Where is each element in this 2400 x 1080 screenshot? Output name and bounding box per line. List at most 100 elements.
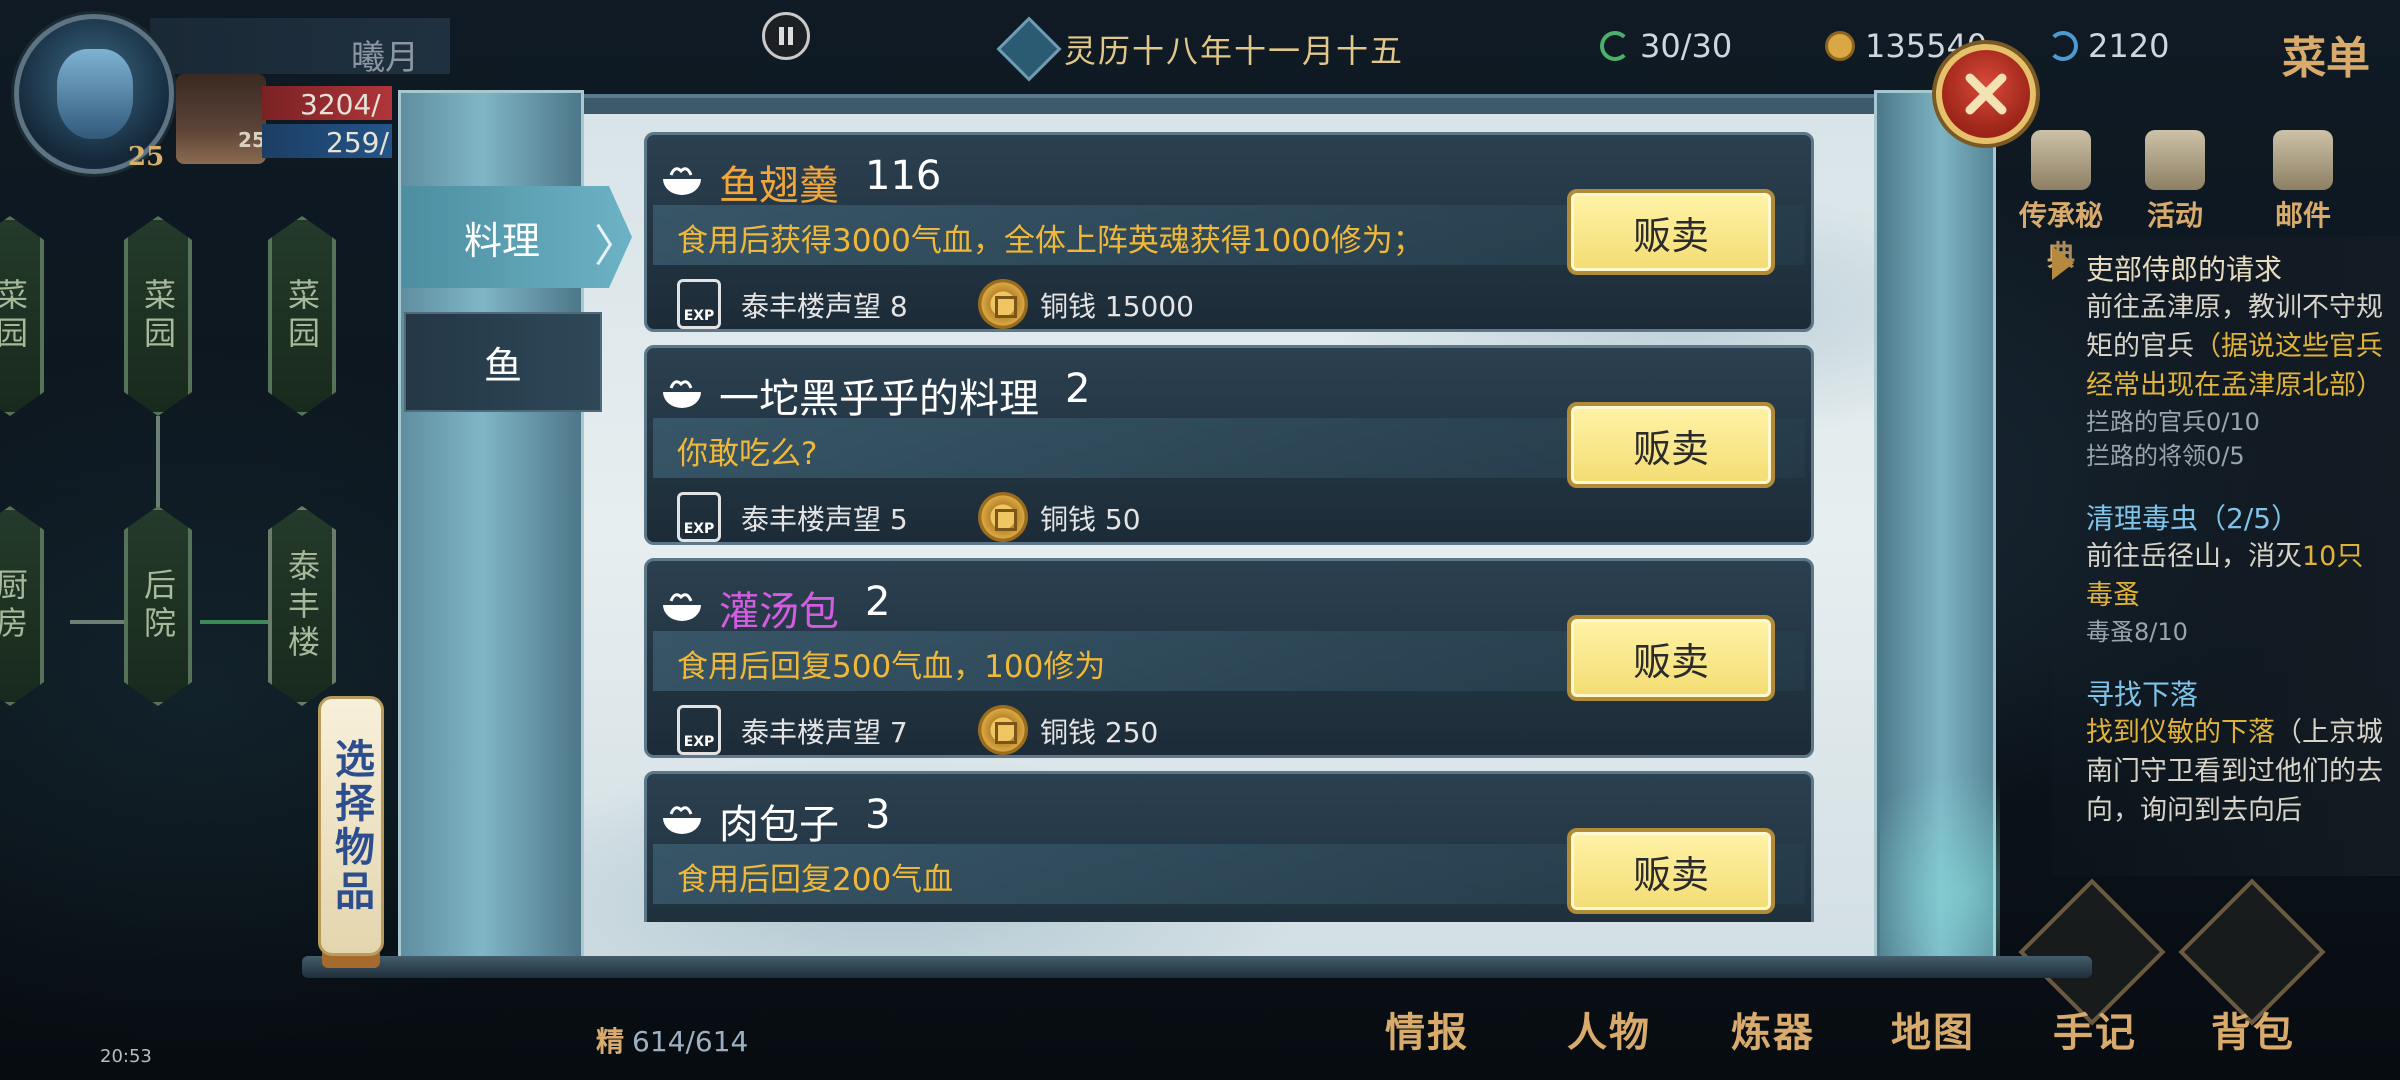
journal-button[interactable]: 手记 (2030, 1000, 2160, 1058)
book-icon (2031, 130, 2091, 190)
quest-progress: 毒蚤8/10 (2086, 618, 2188, 646)
shop-item-row: 灌汤包 2 食用后回复500气血，100修为 EXP 泰丰楼声望 7 铜钱 250 贩卖 (644, 558, 1814, 758)
stamina-icon (1600, 31, 1630, 61)
calendar-icon (996, 16, 1062, 82)
item-description: 食用后获得3000气血，全体上阵英魂获得1000修为； (677, 223, 1424, 259)
map-path (70, 620, 126, 624)
bowl-icon (663, 593, 701, 621)
shop-item-row: 肉包子 3 食用后回复200气血 贩卖 (644, 771, 1814, 922)
item-quantity: 2 (1065, 366, 1091, 412)
map-node-garden[interactable]: 菜园 (124, 216, 192, 416)
mp-value: 259/ (326, 126, 389, 159)
spirit-label: 精 (596, 1025, 625, 1058)
close-icon (1965, 73, 2007, 115)
sell-button[interactable]: 贩卖 (1567, 189, 1775, 275)
stamina-value: 30/30 (1640, 27, 1733, 65)
calendar-date: 灵历十八年十一月十五 (996, 16, 1405, 82)
gem-value: 2120 (2088, 27, 2170, 65)
reputation-exp-icon: EXP (677, 705, 721, 755)
tab-fish[interactable]: 鱼 (404, 312, 602, 412)
sell-button[interactable]: 贩卖 (1567, 402, 1775, 488)
item-quantity: 116 (865, 153, 942, 199)
bowl-icon (663, 380, 701, 408)
bowl-icon (663, 806, 701, 834)
item-price: 铜钱 15000 (1040, 290, 1194, 323)
sell-button[interactable]: 贩卖 (1567, 615, 1775, 701)
item-price: 铜钱 50 (1040, 503, 1141, 536)
activity-label: 活动 (2146, 199, 2203, 232)
bowl-icon (663, 167, 701, 195)
shop-item-row: 一坨黑乎乎的料理 2 你敢吃么? EXP 泰丰楼声望 5 铜钱 50 贩卖 (644, 345, 1814, 545)
item-name: 鱼翅羹 (719, 163, 839, 209)
select-item-button[interactable]: 选择物品 (318, 696, 384, 956)
item-quantity: 2 (865, 579, 891, 625)
gift-icon (2145, 130, 2205, 190)
forge-button[interactable]: 炼器 (1708, 1000, 1838, 1058)
quest-title[interactable]: 清理毒虫（2/5） (2086, 497, 2386, 537)
copper-coin-icon (978, 279, 1028, 329)
stamina-counter: 30/30 (1600, 24, 1732, 68)
item-list[interactable]: 鱼翅羹 116 食用后获得3000气血，全体上阵英魂获得1000修为； EXP 泰丰楼声… (644, 132, 1814, 922)
quest-progress: 拦路的将领0/5 (2086, 442, 2245, 470)
sell-button[interactable]: 贩卖 (1567, 828, 1775, 914)
item-reputation: 泰丰楼声望 8 (741, 290, 908, 323)
quest-description: 前往岳径山，消灭10只毒蚤 (2086, 537, 2386, 615)
item-quantity: 3 (865, 792, 891, 838)
reputation-exp-icon: EXP (677, 279, 721, 329)
quest-panel[interactable]: 吏部侍郎的请求 前往孟津原，教训不守规矩的官兵（据说这些官兵经常出现在孟津原北部… (2052, 236, 2400, 876)
item-description: 食用后回复200气血 (677, 862, 954, 898)
map-button[interactable]: 地图 (1868, 1000, 1998, 1058)
pause-button[interactable] (762, 12, 810, 60)
gem-icon (2048, 31, 2078, 61)
scroll-mail-icon (2273, 130, 2333, 190)
quest-body-text: 前往岳径山，消灭 (2086, 541, 2302, 572)
item-description: 食用后回复500气血，100修为 (677, 649, 1106, 685)
quest-description: 前往孟津原，教训不守规矩的官兵（据说这些官兵经常出现在孟津原北部） (2086, 288, 2386, 405)
tab-cooking[interactable]: 料理 〉 (402, 186, 632, 288)
tab-cooking-label: 料理 (464, 218, 541, 263)
gem-counter: 2120 (2048, 24, 2169, 68)
item-name: 一坨黑乎乎的料理 (719, 376, 1039, 422)
item-reputation: 泰丰楼声望 7 (741, 716, 908, 749)
item-price: 铜钱 250 (1040, 716, 1159, 749)
hp-value: 3204/ (300, 88, 381, 121)
quest-title[interactable]: 寻找下落 (2086, 673, 2386, 713)
spirit-counter: 精 614/614 (596, 1020, 748, 1060)
intel-button[interactable]: 情报 (1362, 1000, 1492, 1058)
modal-bottom-edge (302, 956, 2092, 978)
status-bar-time: 20:53 (100, 1046, 152, 1067)
quest-progress: 拦路的官兵0/10 (2086, 408, 2260, 436)
copper-coin-icon (978, 705, 1028, 755)
map-node-backyard[interactable]: 后院 (124, 506, 192, 706)
item-name: 肉包子 (719, 802, 839, 848)
map-path (156, 416, 160, 508)
quest-body-hint: 找到仪敏的下落 (2086, 717, 2275, 748)
map-node-kitchen[interactable]: 厨房 (0, 506, 44, 706)
player-level: 25 (128, 142, 165, 172)
spirit-value: 614/614 (632, 1025, 749, 1058)
player-name: 曦月 (351, 38, 419, 78)
menu-button[interactable]: 菜单 (2282, 22, 2370, 86)
lotus-glow-decoration (1880, 740, 2000, 960)
map-path (200, 620, 270, 624)
activity-button[interactable]: 活动 (2120, 130, 2230, 234)
mail-label: 邮件 (2274, 199, 2331, 232)
character-button[interactable]: 人物 (1544, 1000, 1674, 1058)
quest-description: 找到仪敏的下落（上京城南门守卫看到过他们的去向，询问到去向后 (2086, 713, 2386, 830)
item-reputation: 泰丰楼声望 5 (741, 503, 908, 536)
map-node-taifeng-tower[interactable]: 泰丰楼 (268, 506, 336, 706)
map-node-garden[interactable]: 菜园 (268, 216, 336, 416)
coin-icon (1825, 31, 1855, 61)
item-description: 你敢吃么? (677, 436, 818, 472)
tab-fish-label: 鱼 (483, 343, 522, 388)
close-button[interactable] (1936, 44, 2036, 144)
bag-button[interactable]: 背包 (2188, 1000, 2318, 1058)
quest-title[interactable]: 吏部侍郎的请求 (2086, 248, 2386, 288)
map-node-garden[interactable]: 菜园 (0, 216, 44, 416)
reputation-exp-icon: EXP (677, 492, 721, 542)
item-name: 灌汤包 (719, 589, 839, 635)
copper-coin-icon (978, 492, 1028, 542)
date-text: 灵历十八年十一月十五 (1064, 32, 1405, 70)
mail-button[interactable]: 邮件 (2248, 130, 2358, 234)
shop-item-row: 鱼翅羹 116 食用后获得3000气血，全体上阵英魂获得1000修为； EXP 泰丰楼声… (644, 132, 1814, 332)
